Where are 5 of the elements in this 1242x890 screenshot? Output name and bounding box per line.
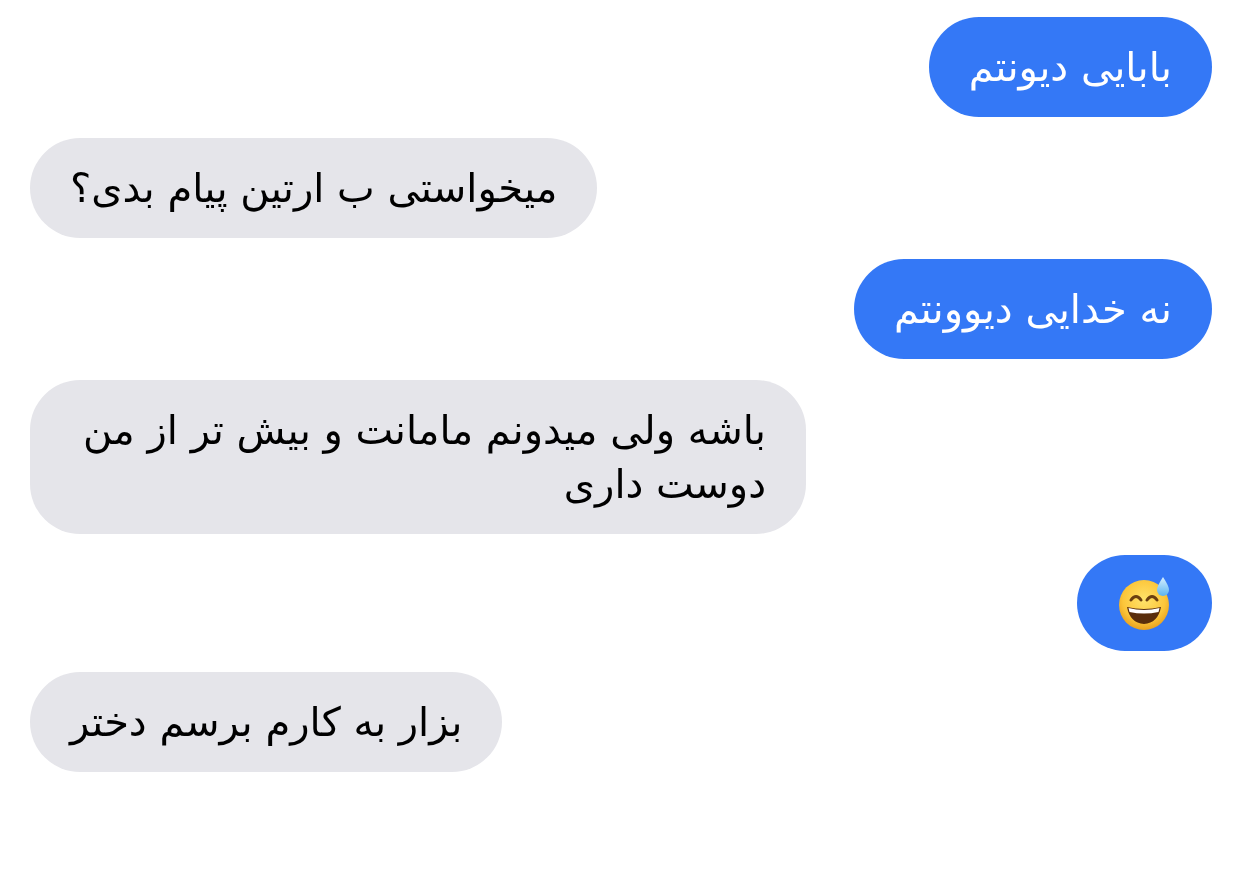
message-bubble: میخواستی ب ارتین پیام بدی؟ xyxy=(30,138,598,238)
message-bubble: بزار به کارم برسم دختر xyxy=(30,672,503,772)
message-bubble: باشه ولی میدونم مامانت و بیش تر از من دوست داری xyxy=(30,380,806,534)
message-bubble: بابایی دیونتم xyxy=(928,17,1212,117)
message-bubble: نه خدایی دیوونتم xyxy=(853,259,1212,359)
